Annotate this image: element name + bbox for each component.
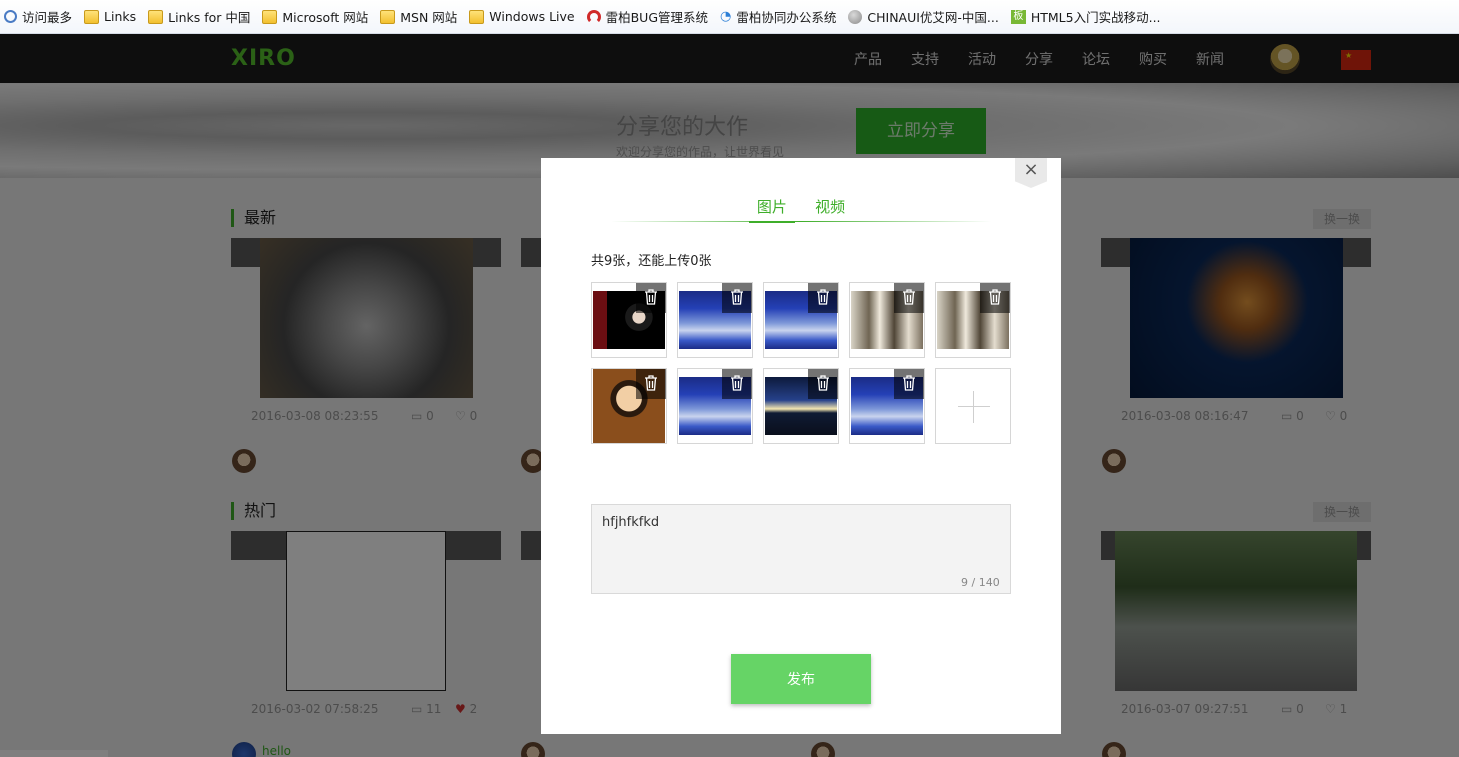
share-upload-modal: × 图片 视频 共9张，还能上传0张 hfjhfkfkd 9 / 140 发布 (541, 158, 1061, 734)
uploaded-thumbnail[interactable] (677, 282, 753, 358)
favorites-bar: 访问最多 Links Links for 中国 Microsoft 网站 MSN… (0, 0, 1459, 34)
favorite-most-visited[interactable]: 访问最多 (4, 7, 72, 26)
favorite-microsoft[interactable]: Microsoft 网站 (262, 7, 368, 26)
favorite-bug-system[interactable]: 雷柏BUG管理系统 (586, 7, 708, 26)
rapoo-icon (586, 9, 601, 24)
trash-icon[interactable] (894, 369, 924, 399)
uploaded-thumbnail[interactable] (591, 368, 667, 444)
uploaded-thumbnail[interactable] (849, 282, 925, 358)
trash-icon[interactable] (894, 283, 924, 313)
upload-count-text: 共9张，还能上传0张 (591, 254, 712, 269)
folder-icon (262, 9, 278, 24)
description-input[interactable]: hfjhfkfkd (591, 504, 1011, 594)
trash-icon[interactable] (636, 369, 666, 399)
globe-icon (848, 9, 863, 24)
close-icon[interactable]: × (1015, 158, 1047, 188)
publish-button[interactable]: 发布 (731, 654, 871, 704)
trash-icon[interactable] (722, 369, 752, 399)
add-image-button[interactable] (935, 368, 1011, 444)
trash-icon[interactable] (808, 283, 838, 313)
favorite-windows-live[interactable]: Windows Live (469, 9, 575, 24)
site-icon: 板 (1010, 9, 1026, 24)
favorite-office-system[interactable]: ◔ 雷柏协同办公系统 (720, 7, 836, 26)
folder-icon (84, 9, 100, 24)
folder-icon (380, 9, 396, 24)
tab-pictures[interactable]: 图片 (748, 196, 795, 223)
uploaded-thumbnail[interactable] (677, 368, 753, 444)
favorite-msn[interactable]: MSN 网站 (380, 7, 457, 26)
trash-icon[interactable] (980, 283, 1010, 313)
trash-icon[interactable] (808, 369, 838, 399)
tab-divider (611, 221, 991, 222)
folder-icon (148, 9, 164, 24)
uploaded-thumbnail[interactable] (935, 282, 1011, 358)
uploaded-thumbnail[interactable] (763, 368, 839, 444)
favorite-html5[interactable]: 板 HTML5入门实战移动... (1010, 7, 1161, 26)
trash-icon[interactable] (636, 283, 666, 313)
tab-videos[interactable]: 视频 (807, 196, 853, 221)
uploaded-thumbnail[interactable] (591, 282, 667, 358)
folder-icon (469, 9, 485, 24)
favorite-links[interactable]: Links (84, 9, 136, 24)
media-tabs: 图片 视频 (541, 196, 1061, 223)
trash-icon[interactable] (722, 283, 752, 313)
favorite-links-china[interactable]: Links for 中国 (148, 7, 250, 26)
uploaded-thumbnail[interactable] (763, 282, 839, 358)
favorite-chinaui[interactable]: CHINAUI优艾网-中国... (848, 7, 999, 26)
uploaded-thumbnail[interactable] (849, 368, 925, 444)
signal-icon: ◔ (720, 9, 732, 24)
char-counter: 9 / 140 (961, 576, 1000, 589)
search-icon (4, 10, 17, 23)
